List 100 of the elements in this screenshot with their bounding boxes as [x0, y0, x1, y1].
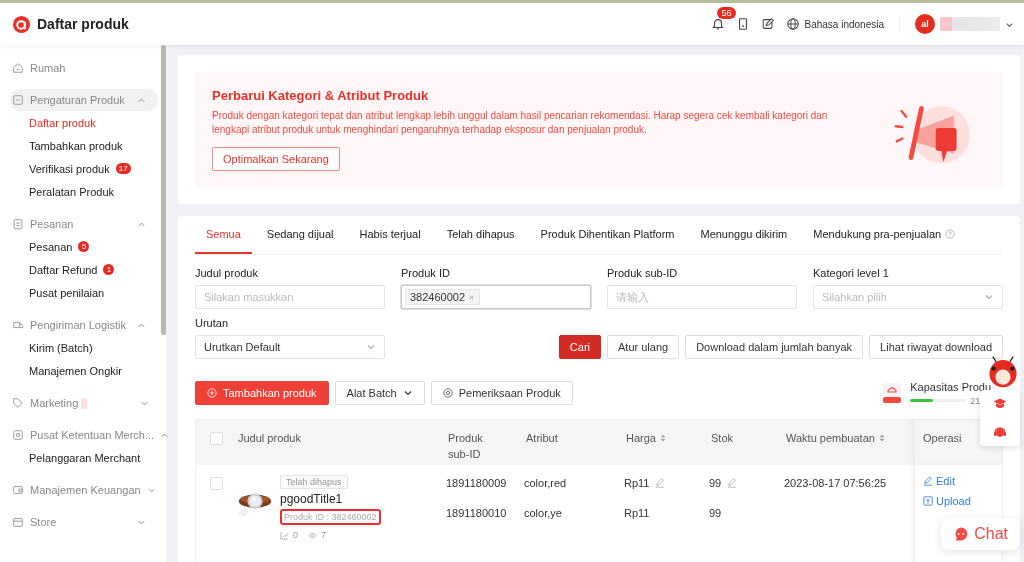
sidebar-item[interactable]: Kirim (Batch) [29, 341, 93, 354]
column-header: Harga [626, 431, 656, 446]
sidebar-item[interactable]: Tambahkan produk [29, 139, 123, 152]
table-cell-text: 1891180009 [446, 477, 508, 489]
column-header: Atribut [526, 431, 558, 446]
product-title: pgoodTitle1 [280, 492, 343, 506]
chevron-down-icon [984, 292, 994, 302]
count-badge: 5 [78, 241, 90, 252]
sidebar-item[interactable]: Verifikasi produk [29, 162, 110, 175]
box-icon [12, 94, 24, 106]
column-header: Stok [711, 431, 733, 446]
search-button[interactable]: Cari [558, 335, 601, 359]
select-all-checkbox[interactable] [209, 432, 223, 445]
pencil-icon [923, 476, 933, 486]
chevron-down-icon [366, 342, 376, 352]
storage-icon [882, 382, 903, 404]
column-header: Judul produk [238, 431, 301, 446]
sidebar-group[interactable]: Rumah [10, 57, 158, 79]
count-badge: 1 [103, 264, 115, 275]
chevron-down-icon [402, 388, 413, 398]
bell-icon[interactable] [711, 17, 726, 31]
banner-text: Produk dengan kategori tepat dan atribut lengkap lebih unggul dalam hasil pencarian rekomendasi. Harap segera cek kembali kategori dan lengkapi atribut produk untuk menghindari pengaruhnya terhadap eksposur dan penjualan produk. [212, 109, 829, 137]
store-icon [12, 516, 24, 528]
batch-tools-button[interactable]: Alat Batch [334, 381, 425, 405]
field-label: Urutan [195, 317, 230, 329]
status-tag: Telah dihapus [280, 475, 348, 489]
field-label: Kategori level 1 [813, 267, 890, 279]
sidebar-item[interactable]: Pesanan [29, 240, 73, 253]
target-icon [442, 388, 453, 398]
tab[interactable]: Mendukung pra-penjualan [802, 216, 967, 254]
tab[interactable]: Telah dihapus [435, 216, 526, 254]
product-check-button[interactable]: Pemeriksaan Produk [430, 381, 573, 405]
action-button[interactable]: Download dalam jumlah banyak [685, 335, 864, 359]
banner-title: Perbarui Kategori & Atribut Produk [212, 88, 429, 103]
chat-button[interactable]: Chat [941, 518, 1020, 550]
page-title: Daftar produk [37, 16, 129, 32]
pencil-icon[interactable] [655, 478, 666, 488]
sort-icon[interactable] [659, 433, 666, 443]
tag-input-field[interactable]: 382460002 [401, 285, 591, 309]
table-cell-text: color,red [524, 477, 568, 489]
sidebar-item[interactable]: Manajemen Ongkir [29, 364, 122, 377]
field-label: Produk ID [401, 267, 451, 279]
count-badge: 17 [115, 163, 131, 174]
tab[interactable]: Semua [195, 216, 252, 254]
sidebar-group[interactable]: Pusat Ketentuan Merch... [10, 424, 158, 446]
product-id: Produk ID : 382460002 [280, 509, 381, 525]
sidebar-group[interactable]: Store [10, 511, 158, 533]
upload-link[interactable]: Upload [923, 495, 1006, 507]
table-cell: 99 [709, 477, 722, 489]
home-icon [12, 62, 24, 74]
language-selector[interactable]: Bahasa indonesia [804, 18, 884, 30]
input-field[interactable]: 请输入 [607, 285, 797, 309]
help-icon[interactable] [945, 229, 956, 239]
input-field[interactable]: Silakan masukkan [195, 285, 385, 309]
capacity-count: 21 [970, 395, 981, 406]
tab[interactable]: Habis terjual [348, 216, 432, 254]
wallet-icon [12, 484, 24, 496]
upload-icon [923, 496, 933, 506]
tab[interactable]: Sedang dijual [255, 216, 345, 254]
truck-icon [12, 319, 24, 331]
edit-icon[interactable] [761, 17, 776, 31]
plus-circle-icon [207, 388, 217, 398]
table-cell-text: 2023-08-17 07:56:25 [784, 477, 888, 489]
scrollbar[interactable] [161, 45, 166, 335]
column-header: Operasi [923, 431, 962, 446]
notification-badge: 56 [717, 7, 736, 19]
action-button[interactable]: Lihat riwayat download [869, 335, 1003, 359]
avatar[interactable]: al [915, 14, 935, 34]
row-checkbox[interactable] [209, 477, 223, 490]
tab[interactable]: Menunggu dikirim [689, 216, 799, 254]
sidebar-item[interactable]: Pelanggaran Merchant [29, 451, 141, 464]
sidebar-group[interactable]: Pengiriman Logistik [10, 314, 158, 336]
clipboard-icon [12, 218, 24, 230]
table-cell: 99 [709, 507, 722, 519]
sidebar-group[interactable]: Pesanan [10, 213, 158, 235]
eye-icon [308, 530, 317, 540]
field-label: Judul produk [195, 267, 259, 279]
action-button[interactable]: Atur ulang [607, 335, 680, 359]
pencil-icon[interactable] [727, 478, 738, 488]
add-product-button[interactable]: Tambahkan produk [195, 381, 329, 405]
select-field[interactable]: Urutkan Default [195, 335, 385, 359]
blurred-name [940, 17, 1000, 31]
sidebar-group[interactable]: Manajemen Keuangan [10, 479, 158, 501]
optimize-button[interactable]: Optimalkan Sekarang [212, 147, 340, 171]
tag-icon [12, 397, 24, 409]
sidebar-item[interactable]: Peralatan Produk [29, 185, 114, 198]
sort-icon[interactable] [878, 433, 885, 443]
close-icon[interactable] [468, 293, 476, 301]
tab[interactable]: Produk Dihentikan Platform [529, 216, 686, 254]
headset-icon[interactable] [992, 424, 1008, 440]
column-header: Waktu pembuatan [786, 431, 875, 446]
globe-icon[interactable] [786, 17, 801, 31]
sidebar-item[interactable]: Daftar Refund [29, 263, 98, 276]
table-cell: Rp11 [624, 477, 650, 489]
sidebar-group[interactable]: Marketing [10, 392, 158, 414]
table-cell-text: color,ye [524, 507, 563, 519]
sidebar-item[interactable]: Daftar produk [29, 116, 96, 129]
field-label: Produk sub-ID [607, 267, 679, 279]
sidebar-item[interactable]: Pusat penilaian [29, 286, 105, 299]
edit-link[interactable]: Edit [923, 475, 1006, 487]
